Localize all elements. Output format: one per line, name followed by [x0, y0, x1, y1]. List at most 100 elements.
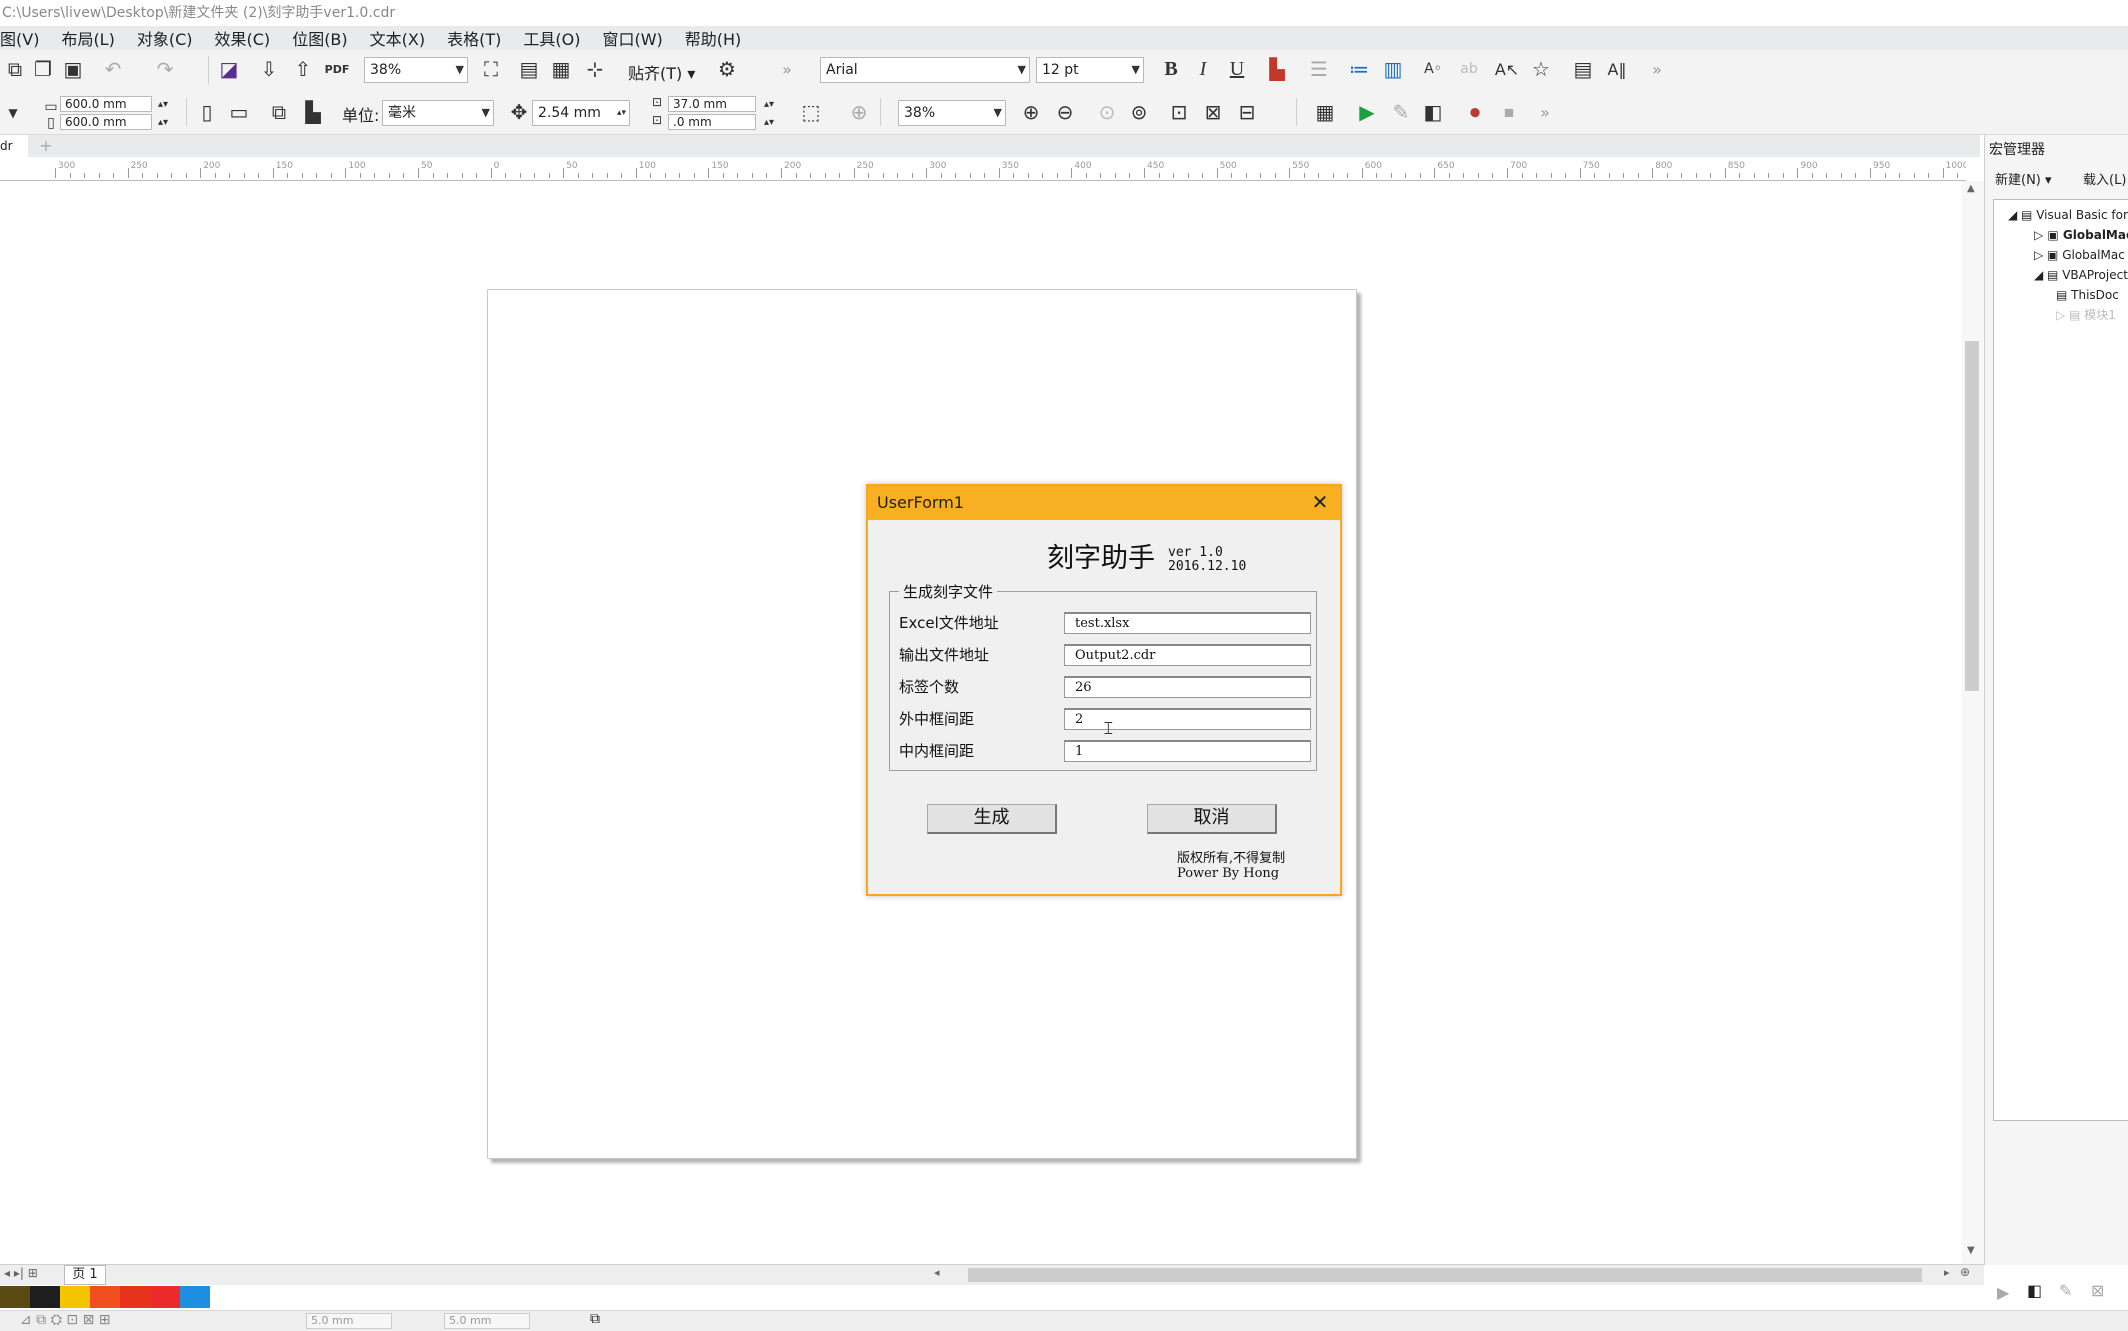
run-icon[interactable]: ▶	[1997, 1283, 2009, 1302]
underline-icon[interactable]: U	[1224, 56, 1250, 82]
show-guidelines-icon[interactable]: ⊹	[582, 56, 608, 82]
menu-effects[interactable]: 效果(C)	[215, 26, 271, 50]
gear-icon[interactable]: ⚙	[714, 56, 740, 82]
palette-swatch[interactable]	[0, 1286, 30, 1308]
scroll-left-icon[interactable]: ◂	[934, 1266, 940, 1279]
menu-tools[interactable]: 工具(O)	[523, 26, 580, 50]
tree-node-module[interactable]: ▷ ▤ 模块1	[2056, 306, 2116, 323]
show-grid-icon[interactable]: ▦	[548, 56, 574, 82]
spinner-icon[interactable]: ▴▾	[756, 114, 782, 130]
show-rulers-icon[interactable]: ▤	[516, 56, 542, 82]
scroll-right-icon[interactable]: ▸	[1944, 1266, 1950, 1279]
menu-text[interactable]: 文本(X)	[370, 26, 425, 50]
paste-icon[interactable]: ▣	[60, 56, 86, 82]
bleed-icon[interactable]: ⬚	[798, 99, 824, 125]
zoom-height-icon[interactable]: ⊟	[1234, 99, 1260, 125]
spinner-icon[interactable]: ▴▾	[756, 96, 782, 112]
page-width-field[interactable]: 600.0 mm	[60, 96, 152, 112]
vertical-scrollbar[interactable]: ▲ ▼	[1962, 181, 1984, 1264]
generate-button[interactable]: 生成	[927, 804, 1057, 834]
load-macro-button[interactable]: 载入(L)	[2083, 169, 2126, 188]
zoom-all-icon[interactable]: ⊚	[1126, 99, 1152, 125]
output-path-input[interactable]: Output2.cdr	[1064, 644, 1311, 666]
record-macro-icon[interactable]: ⏺	[1462, 99, 1488, 125]
status-tool-icons[interactable]: ⊿ ⧉ ⛭ ⊡ ⊠ ⊞	[20, 1312, 111, 1328]
tree-node-thisdocument[interactable]: ▤ ThisDoc	[2056, 288, 2119, 302]
palette-swatch[interactable]	[30, 1286, 60, 1308]
new-tab-icon[interactable]: +	[36, 135, 56, 157]
scroll-down-icon[interactable]: ▼	[1967, 1245, 1975, 1256]
zoom-in-icon[interactable]: ⊕	[1018, 99, 1044, 125]
overflow-icon[interactable]: »	[774, 56, 800, 82]
import-icon[interactable]: ⇩	[256, 56, 282, 82]
close-icon[interactable]: ✕	[1308, 490, 1332, 514]
page-tab[interactable]: 页 1	[64, 1265, 106, 1285]
stop-macro-icon[interactable]: ⏹	[1496, 99, 1522, 125]
frame-text-icon[interactable]: ▤	[1570, 56, 1596, 82]
tree-node-vbaproject[interactable]: ◢ ▤ VBAProject	[2034, 268, 2128, 282]
full-screen-icon[interactable]: ⛶	[478, 56, 504, 82]
spinner-icon[interactable]: ▴▾	[150, 96, 176, 112]
outline-width-field-1[interactable]: 5.0 mm	[306, 1313, 392, 1329]
record-icon[interactable]: ◧	[2027, 1281, 2042, 1300]
macro-manager-icon[interactable]: ◧	[1420, 99, 1446, 125]
publish-pdf-icon[interactable]: PDF	[324, 56, 350, 82]
menu-help[interactable]: 帮助(H)	[685, 26, 742, 50]
excel-path-input[interactable]: test.xlsx	[1064, 612, 1311, 634]
menu-object[interactable]: 对象(C)	[137, 26, 193, 50]
zoom-out-icon[interactable]: ⊖	[1052, 99, 1078, 125]
star-icon[interactable]: ☆	[1528, 56, 1554, 82]
zoom-page-icon[interactable]: ⊡	[1166, 99, 1192, 125]
document-tab[interactable]: dr	[0, 135, 28, 157]
page-size-dropdown[interactable]: ▼	[0, 100, 26, 126]
label-count-input[interactable]: 26	[1064, 676, 1311, 698]
palette-swatch[interactable]	[150, 1286, 180, 1308]
vba-editor-icon[interactable]: ▦	[1312, 99, 1338, 125]
middle-inner-gap-input[interactable]: 1	[1064, 740, 1311, 762]
menu-bitmaps[interactable]: 位图(B)	[292, 26, 347, 50]
spinner-icon[interactable]: ▴▾	[150, 114, 176, 130]
overflow-icon[interactable]: »	[1532, 99, 1558, 125]
text-color-icon[interactable]: ▙	[1264, 56, 1290, 82]
menu-layout[interactable]: 布局(L)	[61, 26, 114, 50]
new-macro-button[interactable]: 新建(N) ▾	[1995, 169, 2052, 188]
tree-node-globalmacros-1[interactable]: ▷ ▣ GlobalMac	[2034, 228, 2128, 242]
menu-window[interactable]: 窗口(W)	[602, 26, 662, 50]
palette-swatch[interactable]	[180, 1286, 210, 1308]
edit-macro-icon[interactable]: ✎	[1388, 99, 1414, 125]
overflow-icon[interactable]: »	[1644, 56, 1670, 82]
cancel-button[interactable]: 取消	[1147, 804, 1277, 834]
landscape-icon[interactable]: ▭	[226, 99, 252, 125]
font-family-select[interactable]: Arial ▼	[820, 57, 1030, 83]
export-icon[interactable]: ⇧	[290, 56, 316, 82]
duplicate-y-field[interactable]: .0 mm	[668, 114, 756, 130]
zoom-width-icon[interactable]: ⊠	[1200, 99, 1226, 125]
zoom-navigator-icon[interactable]: ⊕	[1960, 1265, 1970, 1279]
zoom-level-select[interactable]: 38% ▼	[364, 57, 468, 83]
page-nav-icons[interactable]: ◂ ▸| ⊞	[4, 1266, 38, 1280]
text-align-icon[interactable]: ☰	[1306, 56, 1332, 82]
page-height-field[interactable]: 600.0 mm	[60, 114, 152, 130]
bold-icon[interactable]: B	[1158, 56, 1184, 82]
fill-icon[interactable]: ⧉	[590, 1311, 600, 1327]
edit-text-icon[interactable]: ab	[1456, 56, 1482, 82]
palette-swatch[interactable]	[60, 1286, 90, 1308]
all-pages-icon[interactable]: ⧉	[266, 99, 292, 125]
palette-swatch[interactable]	[120, 1286, 150, 1308]
menu-view[interactable]: 图(V)	[0, 26, 39, 50]
run-macro-icon[interactable]: ▶	[1354, 99, 1380, 125]
outline-width-field-2[interactable]: 5.0 mm	[444, 1313, 530, 1329]
tree-node-vba[interactable]: ◢ ▤ Visual Basic for	[2008, 208, 2128, 222]
vertical-scrollbar-thumb[interactable]	[1965, 341, 1979, 691]
portrait-icon[interactable]: ▯	[194, 99, 220, 125]
horizontal-ruler[interactable]: 300 250 200 150 100 50 0 50 100 150 200 250 300 350 40…	[0, 158, 1966, 181]
edit-icon[interactable]: ✎	[2059, 1281, 2072, 1300]
palette-swatch[interactable]	[90, 1286, 120, 1308]
corel-connect-icon[interactable]: ◪	[216, 56, 242, 82]
horizontal-scrollbar-thumb[interactable]	[968, 1268, 1922, 1282]
nudge-distance-field[interactable]: 2.54 mm ▴▾	[532, 100, 630, 126]
copy-icon[interactable]: ⧉	[2, 56, 28, 82]
add-page-icon[interactable]: ⊕	[846, 99, 872, 125]
text-tool-icon[interactable]: A↖	[1494, 56, 1520, 82]
font-size-select[interactable]: 12 pt ▼	[1036, 57, 1144, 83]
